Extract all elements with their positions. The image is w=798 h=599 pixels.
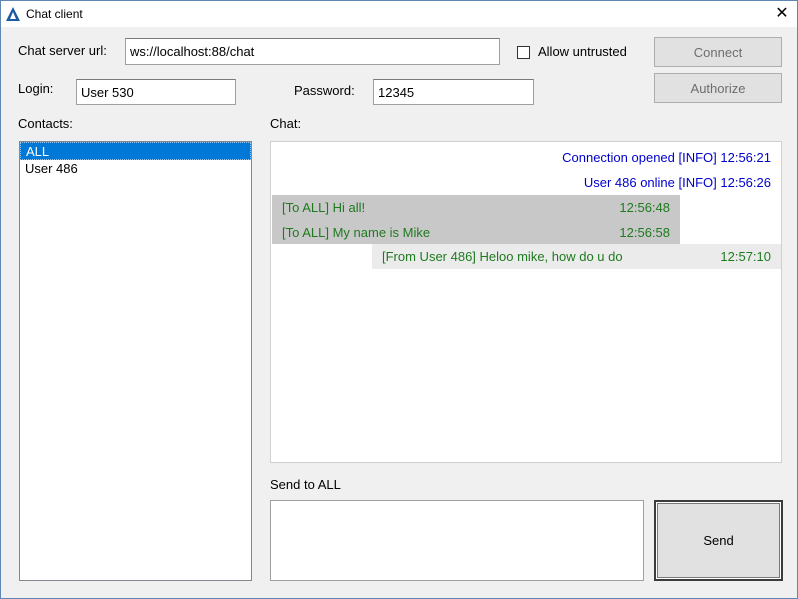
allow-untrusted-toggle[interactable]: Allow untrusted [517,44,627,60]
message-text: [From User 486] Heloo mike, how do u do [382,249,623,264]
message-text: [To ALL] My name is Mike [282,224,431,240]
contact-item-all[interactable]: ALL [20,142,251,160]
login-label: Login: [18,81,54,96]
window-title: Chat client [26,7,83,21]
close-icon[interactable]: ✕ [767,1,797,27]
send-to-label: Send to ALL [270,477,341,492]
message-text: User 486 online [INFO] 12:56:26 [583,174,771,190]
authorize-button[interactable]: Authorize [654,73,782,103]
contact-item-user-486[interactable]: User 486 [20,160,251,178]
connect-button[interactable]: Connect [654,37,782,67]
chat-message: [To ALL] Hi all! 12:56:48 [272,195,680,220]
server-url-input[interactable] [125,38,500,65]
chat-message: [From User 486] Heloo mike, how do u do … [372,244,781,269]
password-input[interactable] [373,79,534,105]
allow-untrusted-label: Allow untrusted [538,44,627,59]
send-button[interactable]: Send [654,500,783,581]
chat-message: Connection opened [INFO] 12:56:21 [271,145,781,169]
contacts-label: Contacts: [18,116,73,131]
message-time: 12:56:58 [619,224,670,240]
allow-untrusted-checkbox[interactable] [517,45,530,59]
message-input[interactable] [270,500,644,581]
chat-message: [To ALL] My name is Mike 12:56:58 [272,220,680,244]
chat-log[interactable]: Connection opened [INFO] 12:56:21 User 4… [270,141,782,463]
server-url-label: Chat server url: [18,43,107,58]
message-time: 12:57:10 [720,249,771,264]
message-text: [To ALL] Hi all! [282,200,366,215]
contacts-list[interactable]: ALL User 486 [19,141,252,581]
message-text: Connection opened [INFO] 12:56:21 [562,149,771,165]
chat-message: User 486 online [INFO] 12:56:26 [271,170,781,194]
title-bar: Chat client ✕ [1,1,797,27]
app-logo-icon [6,7,20,21]
login-input[interactable] [76,79,236,105]
password-label: Password: [294,83,355,98]
message-time: 12:56:48 [619,200,670,215]
chat-label: Chat: [270,116,302,131]
